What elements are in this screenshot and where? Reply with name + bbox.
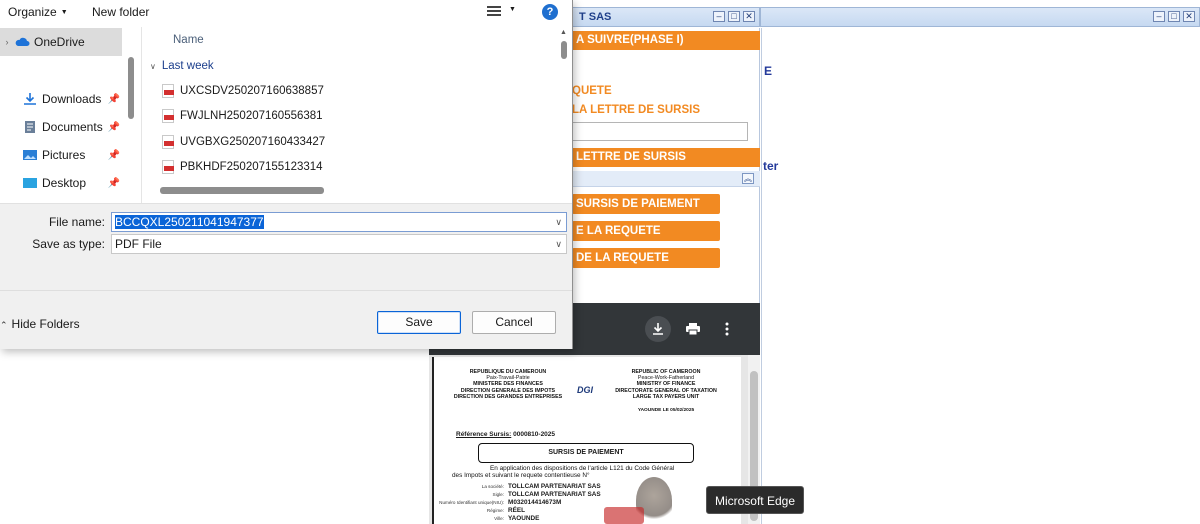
cloud-icon [15,37,30,46]
pin-icon: 📌 [107,149,120,161]
phase-bar[interactable]: A SUIVRE(PHASE I) [572,31,760,50]
lettre-sursis-label: LA LETTRE DE SURSIS [572,104,700,116]
chevron-down-icon: ∨ [150,62,156,71]
nav-item-onedrive[interactable]: › OneDrive [0,28,122,56]
watermark-flag [604,507,644,524]
pdf-file-icon [162,160,174,174]
horizontal-scrollbar[interactable] [160,187,324,194]
file-row[interactable]: FWJLNH250207160556381 [162,105,323,127]
app-text-input[interactable] [572,122,748,141]
pdf-file-icon [162,84,174,98]
sursis-paiement-button[interactable]: SURSIS DE PAIEMENT [572,194,720,214]
dgi-logo: DGI [577,385,594,395]
download-icon[interactable] [645,316,671,342]
pdf-date-line: YAOUNDE LE 05/02/2025 [637,408,695,414]
print-icon[interactable] [680,316,706,342]
collapse-bar: ︽ [572,171,760,187]
requete-button-2[interactable]: DE LA REQUETE [572,248,720,268]
pdf-file-icon [162,135,174,149]
documents-icon [25,121,35,133]
app-panel-title: T SAS [579,11,612,23]
chevron-down-icon[interactable]: ∨ [555,235,562,253]
hide-folders-button[interactable]: ⌃ Hide Folders [0,317,80,331]
file-row[interactable]: UXCSDV250207160638857 [162,80,324,102]
desktop-icon [23,178,37,188]
chevron-down-icon[interactable]: ∨ [555,213,562,231]
more-vert-icon[interactable] [714,316,740,342]
right-panel-titlebar: – □ ✕ [760,7,1200,27]
nav-item-documents[interactable]: Documents 📌 [0,113,122,141]
group-header-last-week[interactable]: ∨ Last week [150,60,214,72]
right-maximize-button[interactable]: □ [1168,11,1180,22]
nav-item-pictures[interactable]: Pictures 📌 [0,141,122,169]
pdf-left-header: REPUBLIQUE DU CAMEROUN Paix-Travail-Patr… [453,369,563,400]
save-as-type-label: Save as type: [32,237,105,251]
pin-icon: 📌 [107,177,120,189]
nav-item-downloads[interactable]: Downloads 📌 [0,85,122,113]
save-button[interactable]: Save [377,311,461,334]
right-text-fragment-2: ter [763,159,779,173]
save-as-type-select[interactable]: PDF File ∨ [111,234,567,254]
pdf-body-text: En application des dispositions de l'art… [452,465,675,480]
view-options-icon[interactable] [487,6,501,18]
pictures-icon [23,150,37,160]
save-options-area: File name: BCCQXL250211041947377 ∨ Save a… [0,203,572,349]
right-close-button[interactable]: ✕ [1183,11,1195,22]
pdf-right-header: REPUBLIC OF CAMEROON Peace-Work-Fatherla… [602,369,730,414]
navigation-pane: › OneDrive Downloads 📌 Documents 📌 Pictu… [0,27,138,203]
help-icon[interactable]: ? [542,4,558,20]
view-dropdown-icon[interactable]: ▼ [509,6,516,13]
command-bar: Organize ▼ New folder ▼ ? [0,0,572,26]
pdf-reference: Référence Sursis: 0000810-2025 [456,431,556,438]
file-row[interactable]: UVGBXG250207160433427 [162,131,325,153]
file-list-scrollbar[interactable]: ▲ [557,27,571,203]
requete-button-1[interactable]: E LA REQUETE [572,221,720,241]
nav-item-desktop[interactable]: Desktop 📌 [0,169,122,197]
requete-label: QUETE [572,85,612,97]
minimize-button[interactable]: – [713,11,725,22]
app-panel-titlebar: T SAS – □ ✕ [572,7,760,27]
file-row[interactable]: PBKHDF250207155123314 [162,156,323,178]
pdf-title-box: SURSIS DE PAIEMENT [478,443,694,463]
new-folder-button[interactable]: New folder [92,5,149,19]
right-text-fragment-1: E [764,64,773,78]
collapse-up-icon[interactable]: ︽ [742,173,754,184]
chevron-right-icon[interactable]: › [0,37,14,47]
close-button[interactable]: ✕ [743,11,755,22]
scroll-up-icon[interactable]: ▲ [560,29,567,36]
file-list: Name ∨ Last week UXCSDV250207160638857 FW… [141,27,557,203]
save-as-dialog: Organize ▼ New folder ▼ ? › OneDrive Down… [0,0,573,349]
maximize-button[interactable]: □ [728,11,740,22]
pin-icon: 📌 [107,93,120,105]
app-right-panel: E ter [761,28,1200,524]
lettre-sursis-bar[interactable]: LETTRE DE SURSIS [572,148,760,167]
cancel-button[interactable]: Cancel [472,311,556,334]
pin-icon: 📌 [107,121,120,133]
download-folder-icon [24,93,36,105]
file-name-label: File name: [48,215,105,229]
right-minimize-button[interactable]: – [1153,11,1165,22]
app-left-panel: A SUIVRE(PHASE I) QUETE LA LETTRE DE SUR… [572,28,760,303]
divider [0,290,572,291]
file-name-input[interactable]: BCCQXL250211041947377 ∨ [111,212,567,232]
taskbar-tooltip: Microsoft Edge [706,486,804,514]
pdf-file-icon [162,109,174,123]
organize-menu[interactable]: Organize ▼ [8,5,68,19]
column-header-name[interactable]: Name [173,34,204,46]
caret-down-icon: ▼ [60,9,68,16]
chevron-up-icon: ⌃ [0,320,8,330]
pdf-page: REPUBLIQUE DU CAMEROUN Paix-Travail-Patr… [432,357,741,524]
nav-scrollbar[interactable] [126,27,136,203]
